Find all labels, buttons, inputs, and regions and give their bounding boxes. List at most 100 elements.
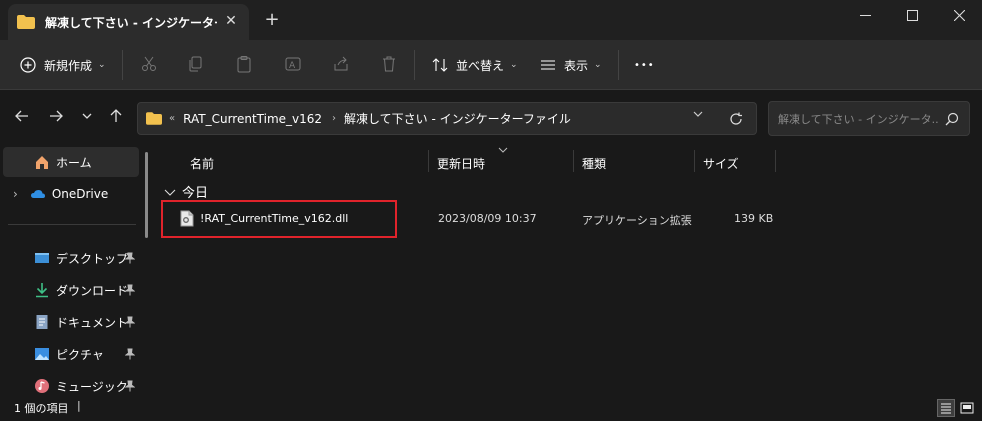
pin-icon[interactable] [125, 284, 135, 296]
arrow-right-icon [50, 110, 63, 122]
minimize-button[interactable] [842, 0, 888, 30]
sort-button[interactable]: 並べ替え ⌄ [432, 52, 518, 78]
document-icon [36, 315, 48, 329]
search-icon [945, 112, 959, 126]
sidebar-item-label: ピクチャ [56, 347, 104, 362]
sort-chevron-icon [498, 146, 508, 157]
divider [122, 50, 123, 80]
column-divider[interactable] [694, 150, 695, 172]
breadcrumb-item[interactable]: 解凍して下さい - インジケーターファイル [344, 110, 571, 127]
up-button[interactable] [106, 108, 126, 128]
group-label: 今日 [182, 186, 209, 201]
maximize-icon [906, 9, 918, 21]
column-divider[interactable] [775, 150, 776, 172]
tiles-view-button[interactable] [958, 399, 976, 417]
share-icon [334, 56, 348, 71]
sidebar-scrollbar[interactable] [145, 152, 148, 238]
highlight-box [161, 200, 397, 238]
tab-title: 解凍して下さい - インジケーターファ [45, 15, 217, 30]
sidebar-item-documents[interactable]: ドキュメント [3, 307, 139, 337]
view-label: 表示 [564, 58, 589, 73]
column-header-size[interactable]: サイズ [703, 152, 739, 174]
sidebar-item-onedrive[interactable]: › OneDrive [3, 179, 139, 209]
column-divider[interactable] [428, 150, 429, 172]
title-bar: 解凍して下さい - インジケーターファ ✕ + [0, 0, 982, 40]
divider [414, 50, 415, 80]
active-tab[interactable]: 解凍して下さい - インジケーターファ ✕ [8, 4, 249, 40]
sidebar-item-label: デスクトップ [56, 251, 129, 266]
sidebar-item-label: ミュージック [56, 379, 128, 394]
sidebar-item-label: ダウンロード [56, 283, 129, 298]
refresh-button[interactable] [720, 102, 752, 135]
sidebar-item-desktop[interactable]: デスクトップ [3, 243, 139, 273]
close-tab-icon[interactable]: ✕ [223, 13, 239, 29]
search-input[interactable]: 解凍して下さい - インジケータ... [778, 111, 938, 127]
status-item-count: 1 個の項目 [14, 402, 69, 415]
close-icon [953, 9, 965, 21]
maximize-button[interactable] [889, 0, 935, 30]
status-divider: | [77, 399, 81, 412]
cloud-icon [30, 190, 45, 198]
column-header-type[interactable]: 種類 [582, 152, 606, 174]
divider [618, 50, 619, 80]
folder-icon [146, 112, 162, 125]
chevron-down-icon: ⌄ [594, 60, 602, 70]
pin-icon[interactable] [125, 316, 135, 328]
rename-icon: A [285, 57, 301, 71]
column-header-date[interactable]: 更新日時 [437, 152, 485, 174]
close-button[interactable] [936, 0, 982, 30]
sidebar-item-label: ドキュメント [56, 315, 129, 330]
copy-button[interactable] [186, 54, 206, 74]
tiles-view-icon [960, 402, 974, 414]
share-button[interactable] [331, 54, 351, 74]
chevron-down-icon: ⌄ [98, 60, 106, 70]
sidebar-item-downloads[interactable]: ダウンロード [3, 275, 139, 305]
sidebar-item-label: OneDrive [51, 187, 109, 201]
column-header-name[interactable]: 名前 [190, 152, 214, 174]
trash-icon [383, 56, 395, 72]
view-list-icon [541, 60, 555, 70]
chevron-down-icon [82, 113, 92, 119]
status-bar: 1 個の項目 | [0, 396, 982, 421]
column-divider[interactable] [573, 150, 574, 172]
refresh-icon [730, 112, 742, 125]
scissors-icon [142, 56, 156, 71]
pin-icon[interactable] [125, 252, 135, 264]
group-header-today[interactable]: 今日 [164, 182, 208, 201]
details-view-button[interactable] [937, 399, 955, 417]
chevron-down-icon [164, 189, 176, 196]
paste-button[interactable] [234, 54, 254, 74]
plus-circle-icon [20, 57, 36, 73]
view-button[interactable]: 表示 ⌄ [540, 52, 602, 78]
rename-button[interactable]: A [283, 54, 303, 74]
recent-locations-button[interactable] [77, 108, 97, 128]
pin-icon[interactable] [125, 348, 135, 360]
sidebar-item-home[interactable]: ホーム [3, 147, 139, 177]
new-tab-button[interactable]: + [262, 10, 282, 30]
pin-icon[interactable] [125, 380, 135, 392]
delete-button[interactable] [379, 54, 399, 74]
file-type: アプリケーション拡張 [582, 214, 692, 227]
expand-chevron-icon[interactable]: › [13, 187, 18, 201]
new-button[interactable]: 新規作成 ⌄ [20, 52, 106, 78]
cut-button[interactable] [139, 54, 159, 74]
search-box[interactable]: 解凍して下さい - インジケータ... [768, 101, 970, 136]
breadcrumb-overflow[interactable]: « [169, 113, 175, 124]
sidebar-item-pictures[interactable]: ピクチャ [3, 339, 139, 369]
folder-icon [17, 15, 35, 29]
address-bar[interactable]: « RAT_CurrentTime_v162 › 解凍して下さい - インジケー… [137, 102, 757, 135]
breadcrumb-item[interactable]: RAT_CurrentTime_v162 [183, 112, 322, 126]
address-history-button[interactable] [688, 108, 708, 123]
file-date: 2023/08/09 10:37 [438, 212, 537, 225]
download-icon [36, 283, 48, 298]
forward-button[interactable] [46, 108, 66, 128]
file-size: 139 KB [734, 212, 774, 225]
arrow-left-icon [15, 110, 28, 122]
details-view-icon [941, 403, 951, 414]
navigation-pane: ホーム › OneDrive デスクトップ ダウンロード ドキュメント ピクチャ… [0, 146, 150, 396]
sort-label: 並べ替え [456, 58, 505, 73]
back-button[interactable] [12, 108, 32, 128]
breadcrumb-separator-icon[interactable]: › [332, 113, 336, 124]
chevron-down-icon: ⌄ [510, 60, 518, 70]
more-options-button[interactable]: ••• [634, 52, 655, 78]
